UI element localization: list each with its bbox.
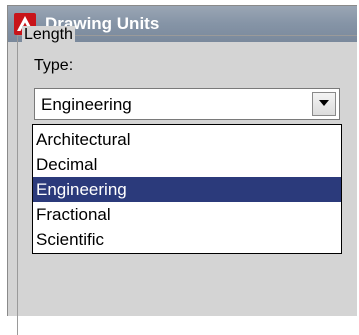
length-type-dropdown-list: Architectural Decimal Engineering Fracti…	[32, 124, 342, 254]
option-engineering[interactable]: Engineering	[33, 177, 341, 202]
length-type-selected-value: Engineering	[41, 95, 132, 114]
chevron-down-icon	[319, 100, 329, 106]
option-decimal[interactable]: Decimal	[33, 152, 341, 177]
length-type-select[interactable]: Engineering	[34, 88, 340, 120]
option-fractional[interactable]: Fractional	[33, 202, 341, 227]
length-group-label: Length	[22, 26, 75, 44]
option-scientific[interactable]: Scientific	[33, 227, 341, 252]
type-label: Type:	[34, 57, 74, 74]
option-architectural[interactable]: Architectural	[33, 127, 341, 152]
dropdown-arrow-button[interactable]	[312, 92, 336, 116]
